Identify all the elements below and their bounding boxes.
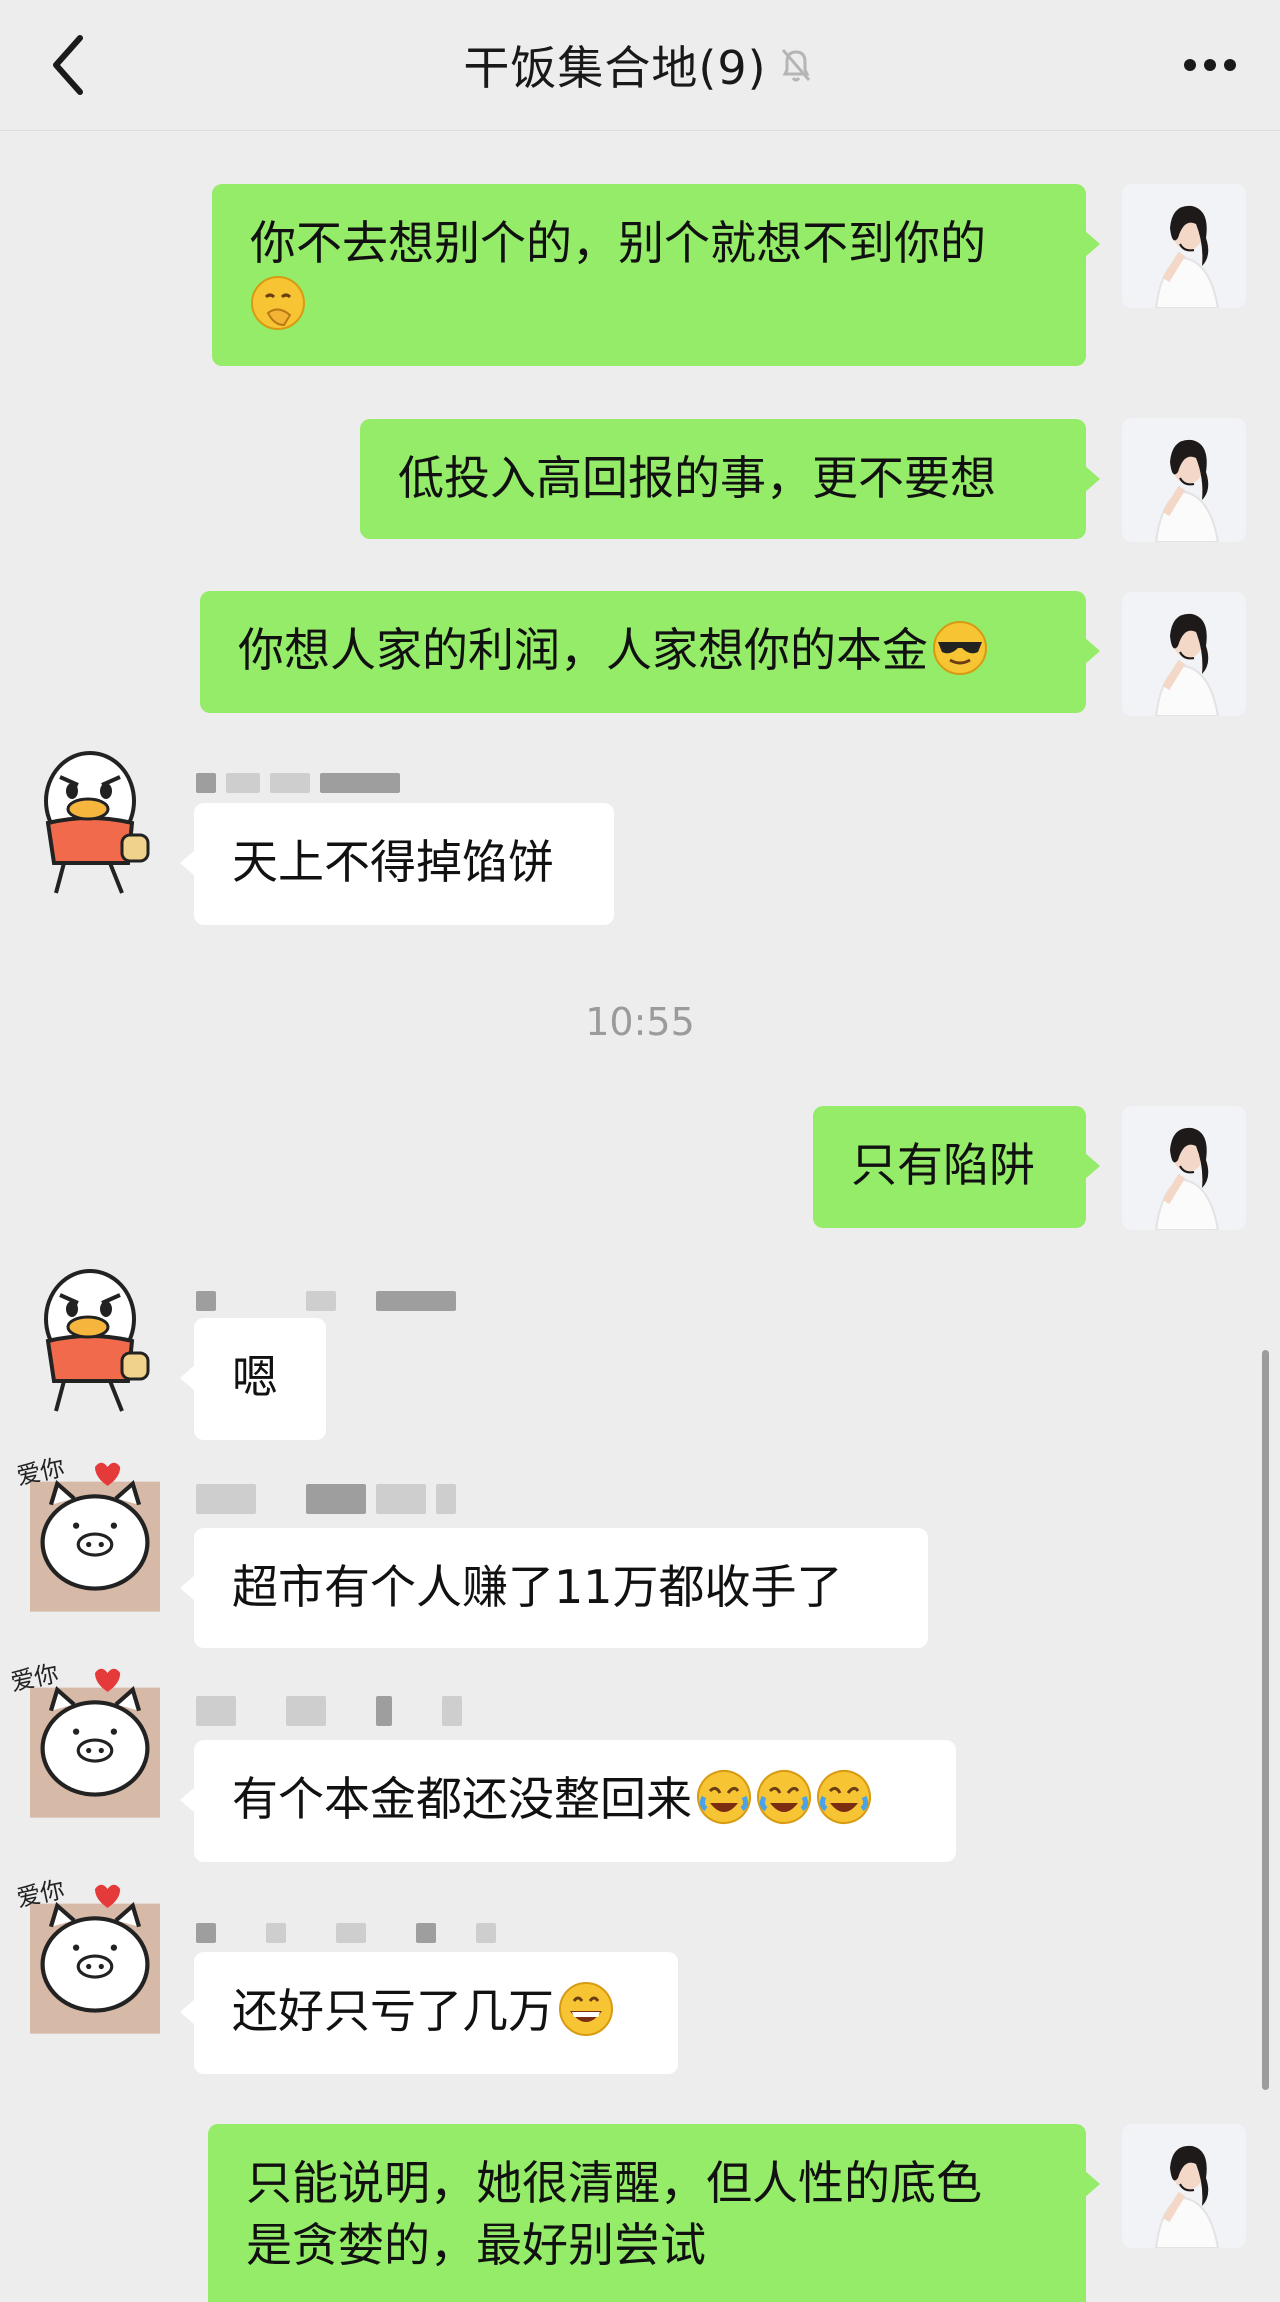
smiling-face-with-sunglasses-icon [932,620,988,676]
message-bubble-incoming[interactable]: 还好只亏了几万 [180,1952,678,2074]
rolling-laughing-icon [756,1769,812,1825]
chat-title: 干饭集合地(9) [463,41,767,95]
bell-off-icon [781,49,810,82]
message-text-line2: 是贪婪的，最好别尝试 [246,2218,706,2272]
back-button[interactable] [40,28,110,102]
sender-name-blurred [196,1484,456,1514]
message-timestamp: 10:55 [585,1000,695,1044]
message-bubble-outgoing[interactable]: 你不去想别个的，别个就想不到你的 [212,184,1100,366]
chevron-left-icon [53,35,83,95]
rolling-laughing-icon [696,1769,752,1825]
message-bubble-incoming[interactable]: 天上不得掉馅饼 [180,803,614,925]
message-bubble-incoming[interactable]: 超市有个人赚了11万都收手了 [180,1528,928,1648]
sender-name-blurred [196,772,400,794]
message-text: 超市有个人赚了11万都收手了 [232,1560,843,1614]
user-avatar[interactable] [1122,2124,1246,2248]
duck-avatar[interactable] [24,718,174,928]
sender-name-blurred [196,1290,456,1312]
message-bubble-incoming[interactable]: 嗯 [180,1318,326,1440]
rolling-laughing-icon [816,1769,872,1825]
message-text: 你想人家的利润，人家想你的本金 [238,623,928,677]
sender-name-blurred [196,1922,496,1944]
user-avatar[interactable] [1122,592,1246,716]
user-avatar[interactable] [1122,418,1246,542]
message-bubble-outgoing[interactable]: 只能说明，她很清醒，但人性的底色 是贪婪的，最好别尝试 [208,2124,1100,2302]
message-bubble-outgoing[interactable]: 低投入高回报的事，更不要想 [360,419,1100,539]
more-dots-icon [1184,59,1236,71]
grinning-face-icon [558,1981,614,2037]
message-text: 只有陷阱 [851,1138,1035,1192]
message-text: 低投入高回报的事，更不要想 [398,451,996,505]
message-text: 天上不得掉馅饼 [232,835,554,889]
duck-avatar[interactable] [24,1236,174,1446]
message-text: 还好只亏了几万 [232,1984,554,2038]
message-text: 你不去想别个的，别个就想不到你的 [250,216,986,270]
more-button[interactable] [1170,40,1250,90]
message-bubble-outgoing[interactable]: 你想人家的利润，人家想你的本金 [200,591,1100,713]
scrollbar[interactable] [1262,1350,1269,2090]
chat-header: 干饭集合地(9) [0,0,1280,131]
user-avatar[interactable] [1122,184,1246,308]
sender-name-blurred [196,1696,462,1726]
message-bubble-incoming[interactable]: 有个本金都还没整回来 [180,1740,956,1862]
message-text: 有个本金都还没整回来 [232,1772,692,1826]
message-text-line1: 只能说明，她很清醒，但人性的底色 [246,2156,982,2210]
message-text: 嗯 [232,1350,278,1404]
chat-title-group: 干饭集合地(9) [463,32,816,98]
face-hand-over-mouth-icon [250,275,306,331]
user-avatar[interactable] [1122,1106,1246,1230]
message-bubble-outgoing[interactable]: 只有陷阱 [813,1106,1100,1228]
